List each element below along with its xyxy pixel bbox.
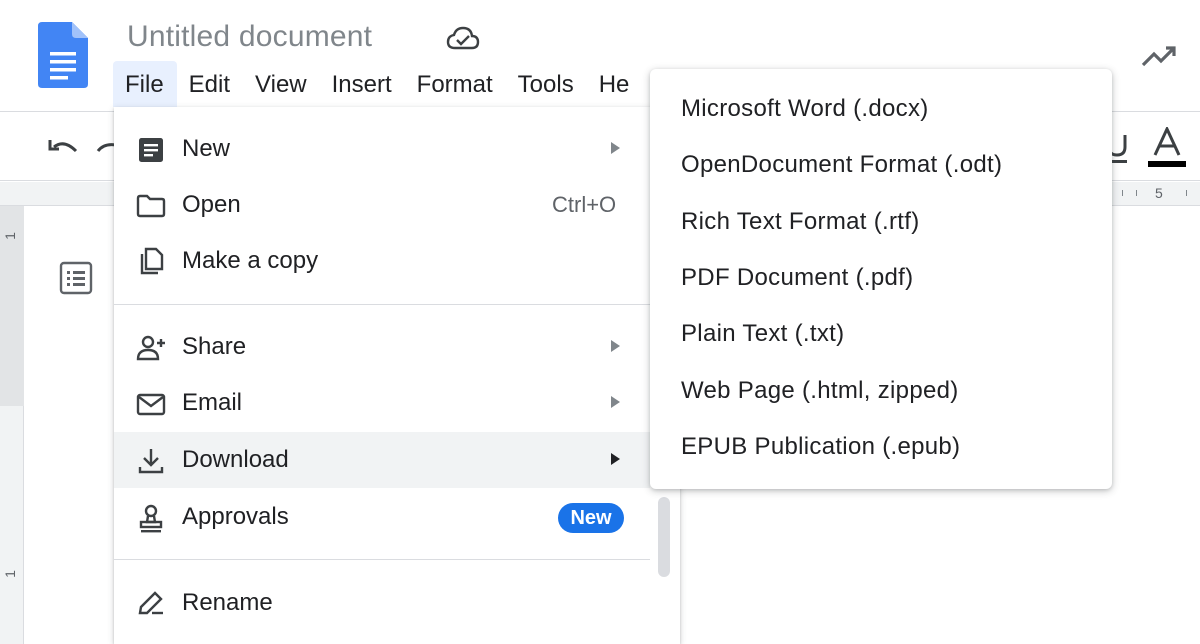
- download-option-label: Microsoft Word (.docx): [681, 95, 929, 122]
- download-icon: [138, 449, 164, 474]
- undo-icon[interactable]: [46, 135, 80, 163]
- menu-format[interactable]: Format: [405, 61, 506, 107]
- redo-icon[interactable]: [96, 135, 116, 163]
- download-submenu: Microsoft Word (.docx) OpenDocument Form…: [650, 69, 1112, 489]
- download-option-label: Rich Text Format (.rtf): [681, 208, 920, 235]
- submenu-arrow-icon: [611, 340, 620, 352]
- text-color-icon[interactable]: [1146, 127, 1188, 169]
- copy-icon: [140, 247, 164, 275]
- submenu-arrow-icon: [611, 142, 620, 154]
- document-outline-icon[interactable]: [58, 260, 94, 296]
- file-menu-new[interactable]: New: [114, 121, 650, 177]
- download-option-label: OpenDocument Format (.odt): [681, 151, 1003, 178]
- download-option-label: Plain Text (.txt): [681, 320, 845, 347]
- document-title[interactable]: Untitled document: [127, 20, 372, 54]
- file-menu-item-label: Approvals: [182, 503, 289, 530]
- download-docx[interactable]: Microsoft Word (.docx): [650, 82, 1112, 138]
- file-menu-download[interactable]: Download: [114, 432, 650, 488]
- file-menu-item-label: New: [182, 135, 231, 162]
- download-option-label: EPUB Publication (.epub): [681, 433, 961, 460]
- file-menu-make-copy[interactable]: Make a copy: [114, 233, 650, 289]
- file-menu-approvals[interactable]: Approvals New: [114, 489, 650, 545]
- menu-help[interactable]: He: [587, 61, 643, 107]
- file-menu: New Open Ctrl+O Make a copy Share Email: [114, 107, 680, 644]
- menu-separator: [114, 559, 650, 560]
- download-txt[interactable]: Plain Text (.txt): [650, 307, 1112, 363]
- submenu-arrow-icon: [611, 396, 620, 408]
- keyboard-shortcut: Ctrl+O: [552, 192, 617, 217]
- submenu-arrow-icon: [611, 453, 620, 465]
- ruler-number: 1: [1, 232, 18, 240]
- download-rtf[interactable]: Rich Text Format (.rtf): [650, 195, 1112, 251]
- menu-bar: File Edit View Insert Format Tools He: [113, 61, 642, 107]
- document-icon: [139, 138, 163, 162]
- file-menu-rename[interactable]: Rename: [114, 575, 650, 631]
- file-menu-email[interactable]: Email: [114, 375, 650, 431]
- menu-tools[interactable]: Tools: [506, 61, 587, 107]
- rename-pencil-icon: [138, 591, 163, 615]
- menu-separator: [114, 304, 650, 305]
- menu-file[interactable]: File: [113, 61, 177, 107]
- menu-edit[interactable]: Edit: [177, 61, 243, 107]
- menu-view[interactable]: View: [243, 61, 320, 107]
- file-menu-item-label: Download: [182, 446, 289, 473]
- menu-insert[interactable]: Insert: [320, 61, 405, 107]
- file-menu-item-label: Make a copy: [182, 247, 319, 274]
- download-option-label: Web Page (.html, zipped): [681, 377, 959, 404]
- file-menu-share[interactable]: Share: [114, 319, 650, 375]
- email-icon: [136, 393, 166, 416]
- trending-up-icon[interactable]: [1140, 40, 1180, 72]
- file-menu-item-label: Share: [182, 333, 247, 360]
- person-add-icon: [136, 335, 165, 361]
- download-html-zipped[interactable]: Web Page (.html, zipped): [650, 364, 1112, 420]
- docs-logo-icon[interactable]: [38, 22, 88, 88]
- ruler-number: 5: [1155, 185, 1163, 201]
- file-menu-item-label: Email: [182, 389, 243, 416]
- cloud-check-icon[interactable]: [446, 24, 480, 52]
- file-menu-open[interactable]: Open Ctrl+O: [114, 177, 650, 233]
- new-badge: New: [558, 503, 624, 533]
- download-pdf[interactable]: PDF Document (.pdf): [650, 251, 1112, 307]
- file-menu-item-label: Open: [182, 191, 241, 218]
- folder-icon: [136, 194, 166, 218]
- download-option-label: PDF Document (.pdf): [681, 264, 914, 291]
- approval-stamp-icon: [139, 504, 163, 533]
- ruler-number: 1: [1, 570, 18, 578]
- download-epub[interactable]: EPUB Publication (.epub): [650, 420, 1112, 476]
- menu-scrollbar[interactable]: [658, 497, 670, 577]
- file-menu-item-label: Rename: [182, 589, 273, 616]
- download-odt[interactable]: OpenDocument Format (.odt): [650, 138, 1112, 194]
